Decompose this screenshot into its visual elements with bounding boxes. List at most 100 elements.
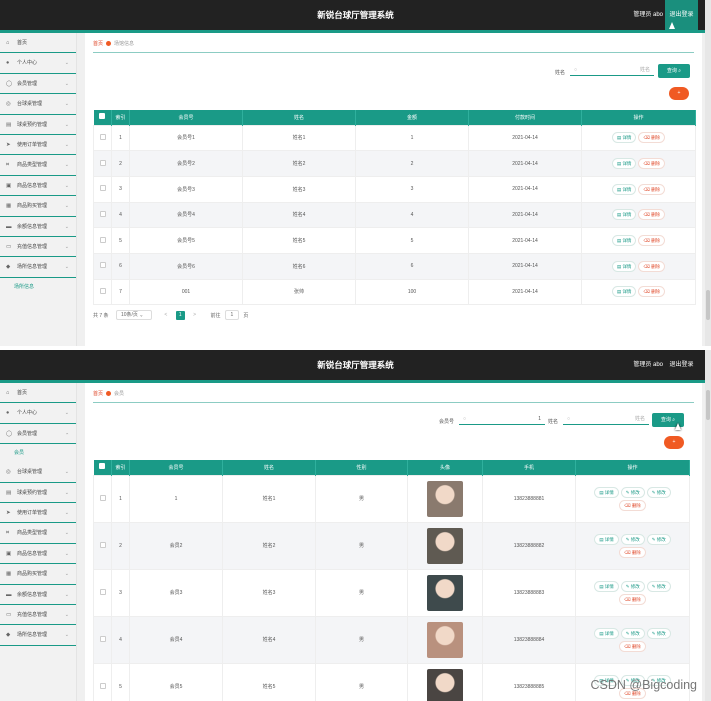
pager-size-select[interactable]: 10条/页 ⌄	[115, 310, 152, 320]
user-icon: ●	[6, 410, 10, 417]
detail-button[interactable]: ▤ 详情	[594, 627, 619, 639]
chevron-down-icon: ⌄	[64, 571, 69, 578]
sidebar-item[interactable]: ⌂ 首页	[0, 383, 76, 404]
detail-button[interactable]: ▤ 详情	[611, 286, 637, 298]
change-button[interactable]: ✎ 修改	[646, 627, 671, 639]
detail-button[interactable]: ▤ 详情	[594, 533, 619, 545]
delete-button[interactable]: ⌫ 删除	[638, 235, 666, 247]
search-name-input[interactable]: ○ 姓名	[570, 64, 654, 76]
sidebar-item[interactable]: ▤ 球桌预约管理 ⌄	[0, 115, 76, 135]
sidebar-item[interactable]: ⌗ 商品类型管理 ⌄	[0, 155, 76, 176]
pager-prev-button[interactable]: <	[161, 311, 170, 320]
sidebar-subitem[interactable]: 会员	[0, 444, 76, 463]
sidebar-item[interactable]: ⌗ 商品类型管理 ⌄	[0, 523, 76, 544]
page-scrollbar[interactable]	[705, 350, 711, 701]
row-checkbox[interactable]	[93, 615, 112, 664]
delete-button[interactable]: ⌫ 删除	[638, 183, 666, 195]
sidebar-item[interactable]: ◎ 台球桌管理 ⌄	[0, 94, 76, 115]
detail-button[interactable]: ▤ 详情	[611, 260, 637, 272]
delete-button[interactable]: ⌫ 删除	[638, 158, 666, 170]
delete-button[interactable]: ⌫ 删除	[638, 132, 666, 144]
page-scrollbar[interactable]	[705, 0, 711, 346]
breadcrumb-home[interactable]: 首页	[93, 41, 103, 47]
sidebar-item[interactable]: ⌂ 首页	[0, 33, 76, 54]
venue-icon: ◆	[6, 632, 11, 639]
row-checkbox[interactable]	[93, 278, 112, 306]
sidebar-item[interactable]: ➤ 使用订单管理 ⌄	[0, 503, 76, 524]
row-checkbox[interactable]	[93, 252, 112, 280]
recharge-icon: ▭	[6, 243, 12, 250]
delete-button[interactable]: ⌫ 删除	[619, 499, 646, 511]
sidebar-item[interactable]: ◯ 会员管理 ⌄	[0, 74, 76, 95]
select-all-checkbox[interactable]	[93, 460, 112, 475]
select-all-checkbox[interactable]	[93, 110, 112, 125]
add-button[interactable]: +	[669, 87, 689, 100]
button-label: 修改	[656, 583, 666, 589]
edit-button[interactable]: ✎ 修改	[620, 533, 645, 545]
detail-button[interactable]: ▤ 详情	[594, 580, 619, 592]
row-checkbox[interactable]	[93, 568, 112, 617]
detail-button[interactable]: ▤ 详情	[611, 132, 637, 144]
button-label: 详情	[604, 583, 614, 589]
logout-button[interactable]: 退出登录	[665, 350, 698, 380]
breadcrumb-current: 场馆信息	[114, 41, 135, 47]
add-button[interactable]: +	[664, 436, 684, 449]
row-checkbox[interactable]	[93, 201, 112, 229]
change-button[interactable]: ✎ 修改	[646, 486, 671, 498]
row-checkbox[interactable]	[93, 124, 112, 152]
detail-button[interactable]: ▤ 详情	[611, 235, 637, 247]
pager-goto-input[interactable]: 1	[224, 310, 239, 320]
sidebar-item[interactable]: ▬ 余额信息管理 ⌄	[0, 585, 76, 605]
delete-button[interactable]: ⌫ 删除	[638, 209, 666, 221]
sidebar-item[interactable]: ▦ 商品购买管理 ⌄	[0, 564, 76, 585]
detail-button[interactable]: ▤ 详情	[611, 209, 637, 221]
edit-button[interactable]: ✎ 修改	[620, 627, 645, 639]
search-member-no-input[interactable]: ○ 1	[459, 413, 545, 425]
change-button[interactable]: ✎ 修改	[646, 533, 671, 545]
search-name-input[interactable]: ○ 姓名	[563, 413, 649, 425]
detail-button[interactable]: ▤ 详情	[594, 486, 619, 498]
row-checkbox[interactable]	[93, 662, 112, 701]
row-checkbox[interactable]	[93, 150, 112, 177]
pager-next-button[interactable]: >	[190, 311, 199, 320]
delete-button[interactable]: ⌫ 删除	[638, 260, 666, 272]
edit-button[interactable]: ✎ 修改	[620, 580, 645, 592]
delete-button[interactable]: ⌫ 删除	[619, 546, 646, 558]
sidebar-item[interactable]: ● 个人中心 ⌄	[0, 53, 76, 74]
search-button[interactable]: 查询 ⌕	[658, 64, 690, 78]
button-label: 删除	[651, 212, 661, 218]
breadcrumb-dot-icon	[106, 391, 112, 397]
sidebar-item[interactable]: ● 个人中心 ⌄	[0, 403, 76, 424]
sidebar-item[interactable]: ▤ 球桌预约管理 ⌄	[0, 483, 76, 503]
sidebar-item[interactable]: ◆ 场所信息管理 ⌄	[0, 625, 76, 646]
chevron-down-icon: ⌄	[64, 60, 69, 67]
cell-index: 4	[111, 615, 130, 664]
delete-button[interactable]: ⌫ 删除	[619, 593, 646, 605]
sidebar-item[interactable]: ▭ 充值信息管理 ⌄	[0, 237, 76, 258]
sidebar-item[interactable]: ▣ 商品信息管理 ⌄	[0, 176, 76, 197]
row-checkbox[interactable]	[93, 521, 112, 570]
row-checkbox[interactable]	[93, 474, 112, 523]
breadcrumb-dot-icon	[106, 41, 112, 47]
breadcrumb-home[interactable]: 首页	[93, 391, 103, 397]
sidebar-item-label: 台球桌管理	[17, 469, 43, 476]
sidebar-item[interactable]: ◆ 场所信息管理 ⌄	[0, 257, 76, 278]
detail-button[interactable]: ▤ 详情	[611, 183, 637, 195]
sidebar-item[interactable]: ▦ 商品购买管理 ⌄	[0, 196, 76, 217]
delete-button[interactable]: ⌫ 删除	[619, 640, 646, 652]
sidebar-item[interactable]: ▬ 余额信息管理 ⌄	[0, 217, 76, 237]
sidebar-subitem[interactable]: 场所信息	[0, 277, 76, 296]
sidebar-item[interactable]: ◎ 台球桌管理 ⌄	[0, 462, 76, 483]
pager-current-page[interactable]: 1	[175, 310, 185, 320]
sidebar-item-label: 球桌预约管理	[17, 121, 48, 128]
sidebar-item[interactable]: ➤ 使用订单管理 ⌄	[0, 135, 76, 156]
change-button[interactable]: ✎ 修改	[646, 580, 671, 592]
row-checkbox[interactable]	[93, 175, 112, 203]
sidebar-item[interactable]: ◯ 会员管理 ⌄	[0, 424, 76, 445]
sidebar-item[interactable]: ▭ 充值信息管理 ⌄	[0, 605, 76, 626]
row-checkbox[interactable]	[93, 227, 112, 254]
sidebar-item[interactable]: ▣ 商品信息管理 ⌄	[0, 544, 76, 565]
delete-button[interactable]: ⌫ 删除	[638, 286, 666, 298]
detail-button[interactable]: ▤ 详情	[611, 158, 637, 170]
edit-button[interactable]: ✎ 修改	[620, 486, 645, 498]
